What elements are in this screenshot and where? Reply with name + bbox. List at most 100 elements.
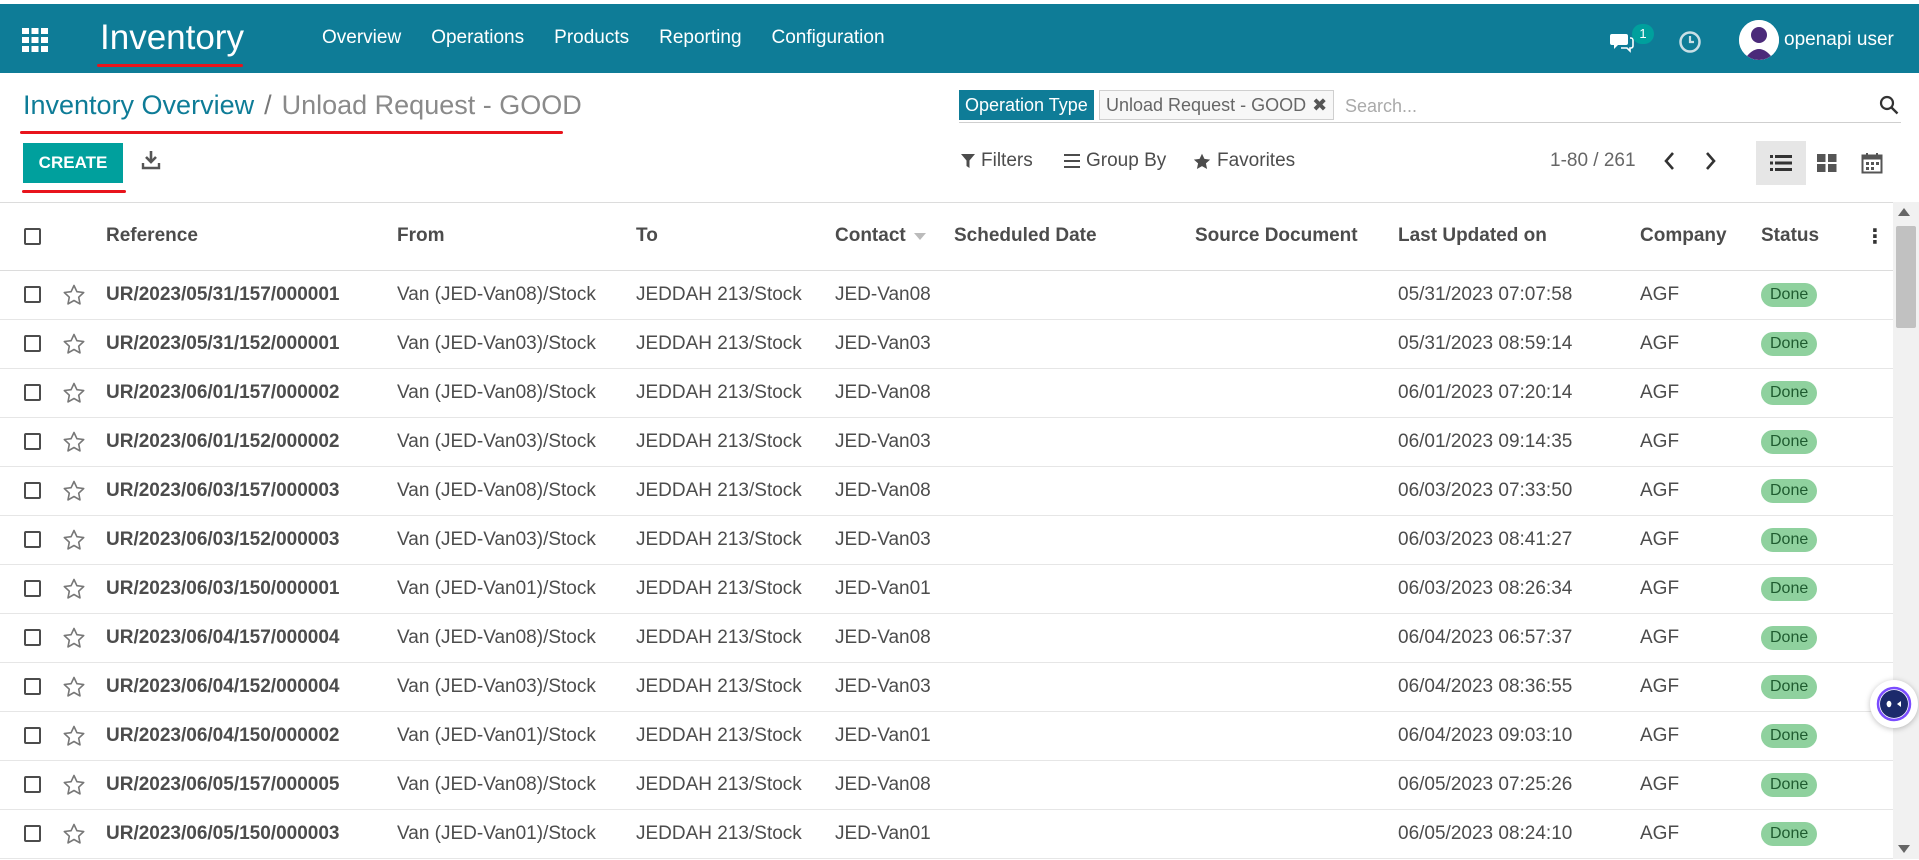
cell-reference[interactable]: UR/2023/06/03/152/000003 (106, 515, 397, 564)
favorite-star-icon[interactable] (62, 577, 86, 601)
cell-to[interactable]: JEDDAH 213/Stock (636, 711, 835, 760)
group-by-dropdown[interactable]: Group By (1064, 150, 1166, 172)
menu-reporting[interactable]: Reporting (659, 27, 741, 49)
favorite-star-icon[interactable] (62, 381, 86, 405)
favorite-star-icon[interactable] (62, 528, 86, 552)
cell-last-updated[interactable]: 06/03/2023 08:41:27 (1398, 515, 1640, 564)
cell-from[interactable]: Van (JED-Van08)/Stock (397, 466, 636, 515)
row-checkbox[interactable] (24, 579, 41, 597)
cell-status[interactable]: Done (1761, 270, 1865, 319)
scroll-up-arrow-icon[interactable] (1898, 208, 1910, 216)
clock-icon[interactable] (1678, 30, 1702, 54)
cell-contact[interactable]: JED-Van08 (835, 270, 954, 319)
table-row[interactable]: UR/2023/06/05/157/000005 Van (JED-Van08)/… (0, 760, 1893, 809)
cell-reference[interactable]: UR/2023/06/04/152/000004 (106, 662, 397, 711)
filters-dropdown[interactable]: Filters (961, 150, 1033, 172)
cell-to[interactable]: JEDDAH 213/Stock (636, 417, 835, 466)
cell-from[interactable]: Van (JED-Van08)/Stock (397, 613, 636, 662)
cell-company[interactable]: AGF (1640, 613, 1761, 662)
cell-company[interactable]: AGF (1640, 515, 1761, 564)
cell-last-updated[interactable]: 06/01/2023 07:20:14 (1398, 368, 1640, 417)
favorite-star-icon[interactable] (62, 283, 86, 307)
cell-to[interactable]: JEDDAH 213/Stock (636, 662, 835, 711)
cell-source-document[interactable] (1195, 564, 1398, 613)
cell-reference[interactable]: UR/2023/06/04/157/000004 (106, 613, 397, 662)
menu-products[interactable]: Products (554, 27, 629, 49)
favorite-star-icon[interactable] (62, 430, 86, 454)
row-checkbox[interactable] (24, 481, 41, 499)
cell-scheduled-date[interactable] (954, 662, 1195, 711)
cell-last-updated[interactable]: 06/04/2023 09:03:10 (1398, 711, 1640, 760)
favorite-star-icon[interactable] (62, 479, 86, 503)
scroll-down-arrow-icon[interactable] (1898, 845, 1910, 853)
cell-from[interactable]: Van (JED-Van01)/Stock (397, 711, 636, 760)
cell-reference[interactable]: UR/2023/06/01/157/000002 (106, 368, 397, 417)
menu-operations[interactable]: Operations (431, 27, 524, 49)
cell-company[interactable]: AGF (1640, 662, 1761, 711)
cell-last-updated[interactable]: 05/31/2023 07:07:58 (1398, 270, 1640, 319)
cell-contact[interactable]: JED-Van03 (835, 515, 954, 564)
row-checkbox[interactable] (24, 628, 41, 646)
cell-scheduled-date[interactable] (954, 711, 1195, 760)
favorite-star-icon[interactable] (62, 332, 86, 356)
cell-last-updated[interactable]: 05/31/2023 08:59:14 (1398, 319, 1640, 368)
cell-from[interactable]: Van (JED-Van03)/Stock (397, 417, 636, 466)
cell-reference[interactable]: UR/2023/06/03/150/000001 (106, 564, 397, 613)
cell-company[interactable]: AGF (1640, 319, 1761, 368)
row-checkbox[interactable] (24, 824, 41, 842)
cell-to[interactable]: JEDDAH 213/Stock (636, 809, 835, 858)
cell-scheduled-date[interactable] (954, 319, 1195, 368)
cell-reference[interactable]: UR/2023/06/01/152/000002 (106, 417, 397, 466)
cell-to[interactable]: JEDDAH 213/Stock (636, 613, 835, 662)
cell-scheduled-date[interactable] (954, 270, 1195, 319)
scrollbar-thumb[interactable] (1896, 226, 1916, 328)
cell-from[interactable]: Van (JED-Van08)/Stock (397, 760, 636, 809)
cell-scheduled-date[interactable] (954, 515, 1195, 564)
cell-status[interactable]: Done (1761, 613, 1865, 662)
facet-remove-icon[interactable]: ✖ (1312, 95, 1327, 115)
cell-status[interactable]: Done (1761, 564, 1865, 613)
cell-to[interactable]: JEDDAH 213/Stock (636, 760, 835, 809)
cell-from[interactable]: Van (JED-Van08)/Stock (397, 270, 636, 319)
cell-status[interactable]: Done (1761, 760, 1865, 809)
favorites-dropdown[interactable]: Favorites (1193, 150, 1295, 172)
table-row[interactable]: UR/2023/06/03/150/000001 Van (JED-Van01)/… (0, 564, 1893, 613)
cell-contact[interactable]: JED-Van03 (835, 662, 954, 711)
cell-source-document[interactable] (1195, 466, 1398, 515)
cell-company[interactable]: AGF (1640, 466, 1761, 515)
row-checkbox[interactable] (24, 775, 41, 793)
table-row[interactable]: UR/2023/06/03/152/000003 Van (JED-Van03)/… (0, 515, 1893, 564)
user-avatar[interactable] (1739, 20, 1779, 60)
cell-scheduled-date[interactable] (954, 466, 1195, 515)
cell-company[interactable]: AGF (1640, 368, 1761, 417)
row-checkbox[interactable] (24, 432, 41, 450)
cell-to[interactable]: JEDDAH 213/Stock (636, 319, 835, 368)
cell-to[interactable]: JEDDAH 213/Stock (636, 466, 835, 515)
table-row[interactable]: UR/2023/06/01/152/000002 Van (JED-Van03)/… (0, 417, 1893, 466)
cell-reference[interactable]: UR/2023/06/03/157/000003 (106, 466, 397, 515)
user-name[interactable]: openapi user (1784, 29, 1894, 51)
row-checkbox[interactable] (24, 530, 41, 548)
row-checkbox[interactable] (24, 677, 41, 695)
column-header-company[interactable]: Company (1640, 203, 1761, 271)
calendar-view-icon[interactable] (1861, 152, 1883, 174)
cell-from[interactable]: Van (JED-Van03)/Stock (397, 662, 636, 711)
column-header-scheduled-date[interactable]: Scheduled Date (954, 203, 1195, 271)
cell-last-updated[interactable]: 06/05/2023 08:24:10 (1398, 809, 1640, 858)
cell-reference[interactable]: UR/2023/05/31/152/000001 (106, 319, 397, 368)
table-row[interactable]: UR/2023/06/03/157/000003 Van (JED-Van08)/… (0, 466, 1893, 515)
cell-from[interactable]: Van (JED-Van01)/Stock (397, 564, 636, 613)
cell-company[interactable]: AGF (1640, 809, 1761, 858)
cell-company[interactable]: AGF (1640, 564, 1761, 613)
cell-reference[interactable]: UR/2023/06/05/157/000005 (106, 760, 397, 809)
cell-scheduled-date[interactable] (954, 564, 1195, 613)
column-header-last-updated[interactable]: Last Updated on (1398, 203, 1640, 271)
row-checkbox[interactable] (24, 383, 41, 401)
assistant-chat-bubble[interactable] (1870, 680, 1918, 728)
row-checkbox[interactable] (24, 334, 41, 352)
cell-company[interactable]: AGF (1640, 760, 1761, 809)
pager-value[interactable]: 1-80 / 261 (1550, 150, 1636, 172)
chevron-right-icon[interactable] (1700, 150, 1720, 172)
kanban-view-icon[interactable] (1816, 152, 1838, 174)
cell-contact[interactable]: JED-Van01 (835, 809, 954, 858)
